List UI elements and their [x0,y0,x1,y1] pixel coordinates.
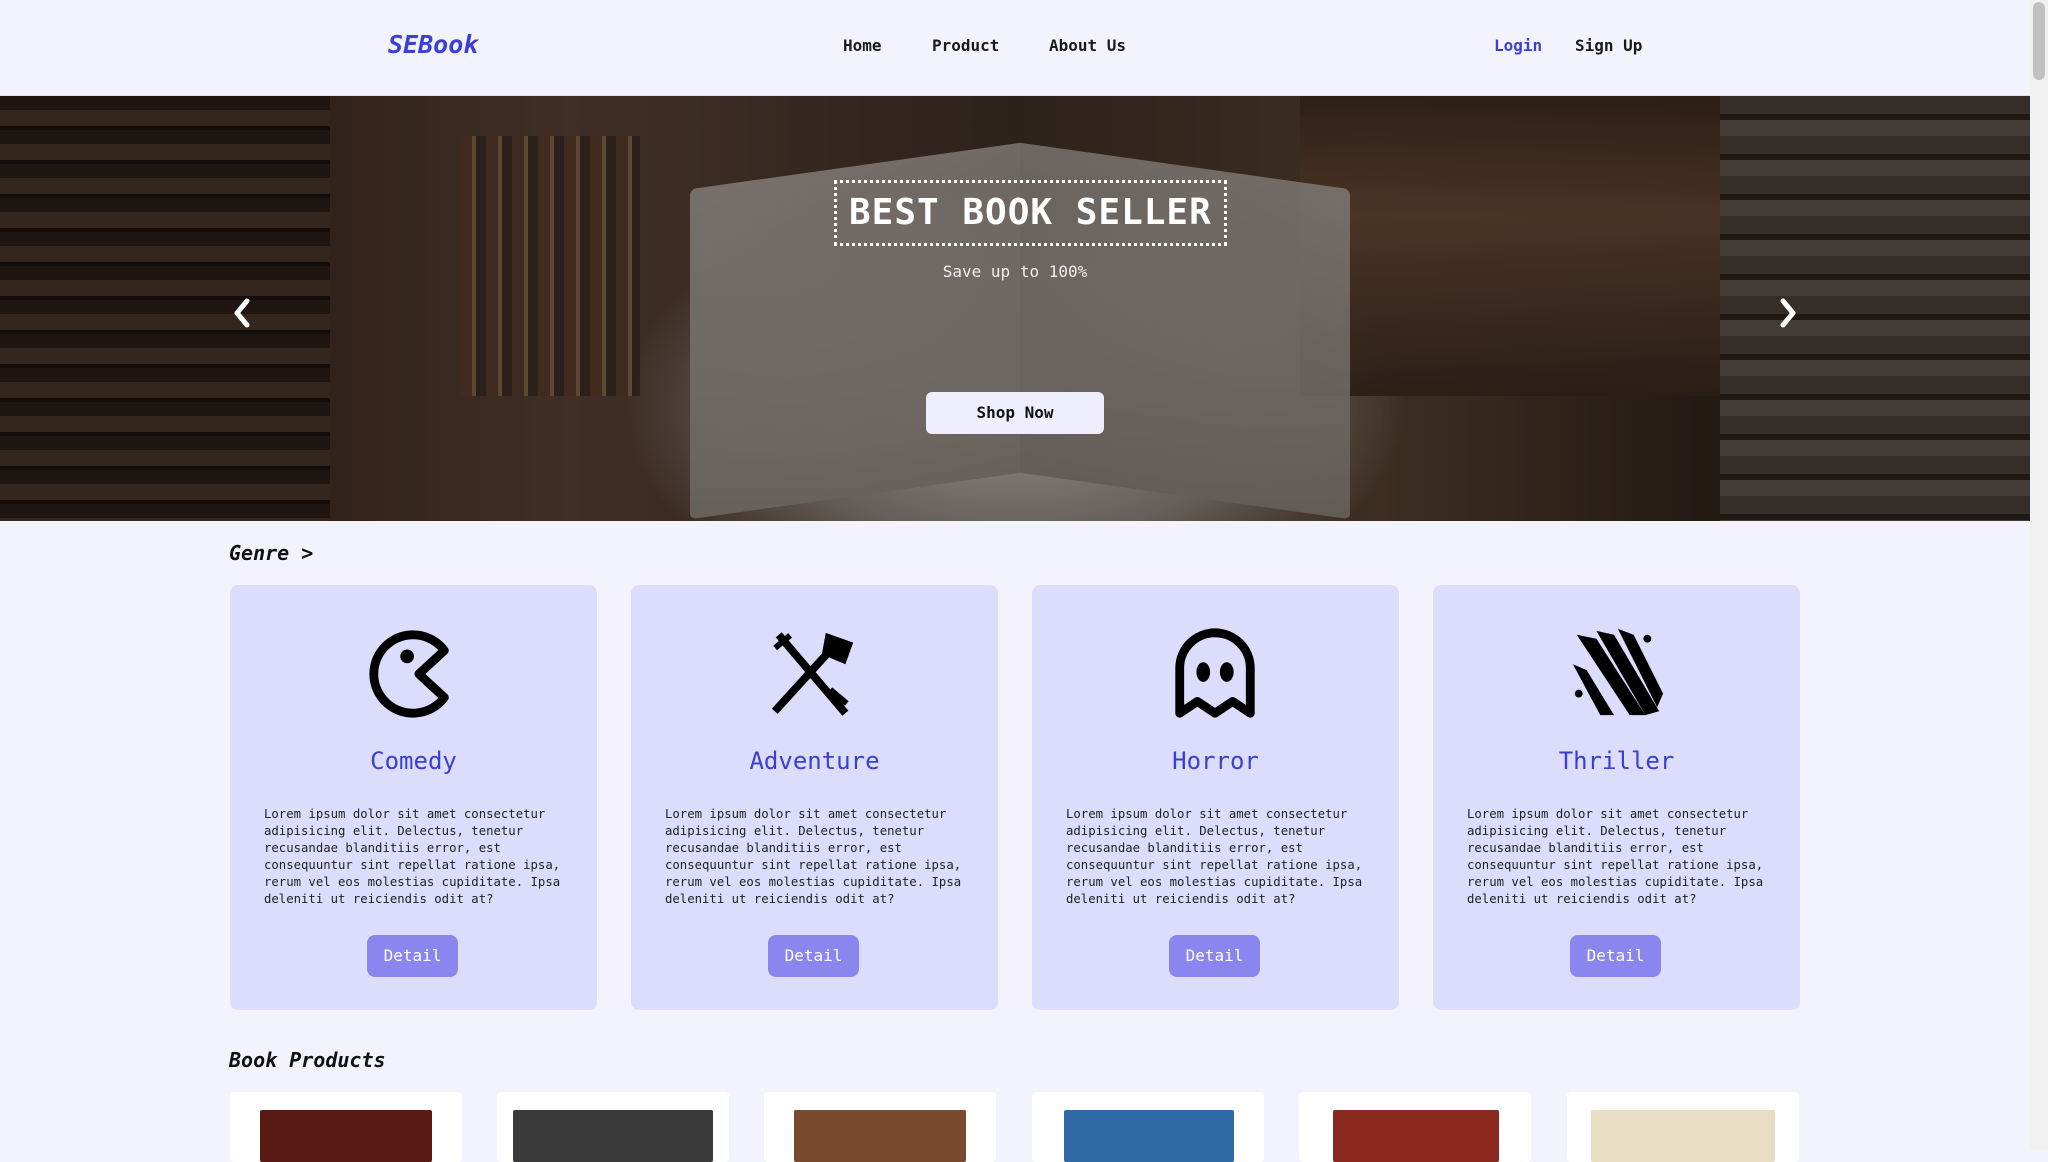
book-products-section-title: Book Products [229,1048,386,1072]
genre-name: Comedy [370,747,457,775]
page-scrollbar-thumb[interactable] [2033,2,2045,80]
detail-button[interactable]: Detail [367,935,458,977]
hero-title: BEST BOOK SELLER [834,180,1227,246]
book-cover-image[interactable] [1064,1110,1234,1162]
hero-subtitle: Save up to 100% [942,262,1088,281]
genre-section-title[interactable]: Genre > [229,541,313,565]
page-scrollbar[interactable] [2030,0,2048,1150]
hero-banner: BEST BOOK SELLER Save up to 100% Shop No… [0,96,2030,521]
book-cover-image[interactable] [1333,1110,1499,1162]
product-card[interactable] [1032,1092,1264,1162]
genre-card-thriller: Thriller Lorem ipsum dolor sit amet cons… [1433,585,1800,1010]
pacman-icon [364,625,462,723]
login-link[interactable]: Login [1494,36,1542,55]
shop-now-button[interactable]: Shop Now [926,392,1104,434]
genre-description: Lorem ipsum dolor sit amet consectetur a… [665,807,962,906]
genre-card-horror: Horror Lorem ipsum dolor sit amet consec… [1032,585,1399,1010]
navbar: SEBook Home Product About Us Login Sign … [0,0,2030,96]
genre-card-comedy: Comedy Lorem ipsum dolor sit amet consec… [230,585,597,1010]
ghost-icon [1166,625,1264,723]
book-cover-image[interactable] [794,1110,966,1162]
nav-product-link[interactable]: Product [932,36,999,55]
genre-card-adventure: Adventure Lorem ipsum dolor sit amet con… [631,585,998,1010]
detail-button[interactable]: Detail [1169,935,1260,977]
detail-button[interactable]: Detail [1570,935,1661,977]
book-cover-image[interactable] [260,1110,432,1162]
nav-about-link[interactable]: About Us [1049,36,1126,55]
genre-name: Adventure [749,747,880,775]
book-cover-image[interactable] [1591,1110,1775,1162]
genre-description: Lorem ipsum dolor sit amet consectetur a… [1066,807,1363,906]
chevron-right-icon[interactable] [1778,298,1798,336]
product-card[interactable] [497,1092,729,1162]
product-card[interactable] [230,1092,462,1162]
brand-logo[interactable]: SEBook [388,30,478,59]
claw-marks-icon [1567,625,1665,723]
product-card[interactable] [1567,1092,1799,1162]
genre-name: Thriller [1558,747,1675,775]
chevron-left-icon[interactable] [232,298,252,336]
detail-button[interactable]: Detail [768,935,859,977]
genre-name: Horror [1172,747,1259,775]
signup-link[interactable]: Sign Up [1575,36,1642,55]
crossed-swords-icon [765,625,863,723]
product-card[interactable] [764,1092,996,1162]
genre-description: Lorem ipsum dolor sit amet consectetur a… [264,807,561,906]
product-card[interactable] [1299,1092,1531,1162]
nav-home-link[interactable]: Home [843,36,882,55]
genre-description: Lorem ipsum dolor sit amet consectetur a… [1467,807,1764,906]
hero-overlay [0,96,2030,521]
book-cover-image[interactable] [513,1110,713,1162]
